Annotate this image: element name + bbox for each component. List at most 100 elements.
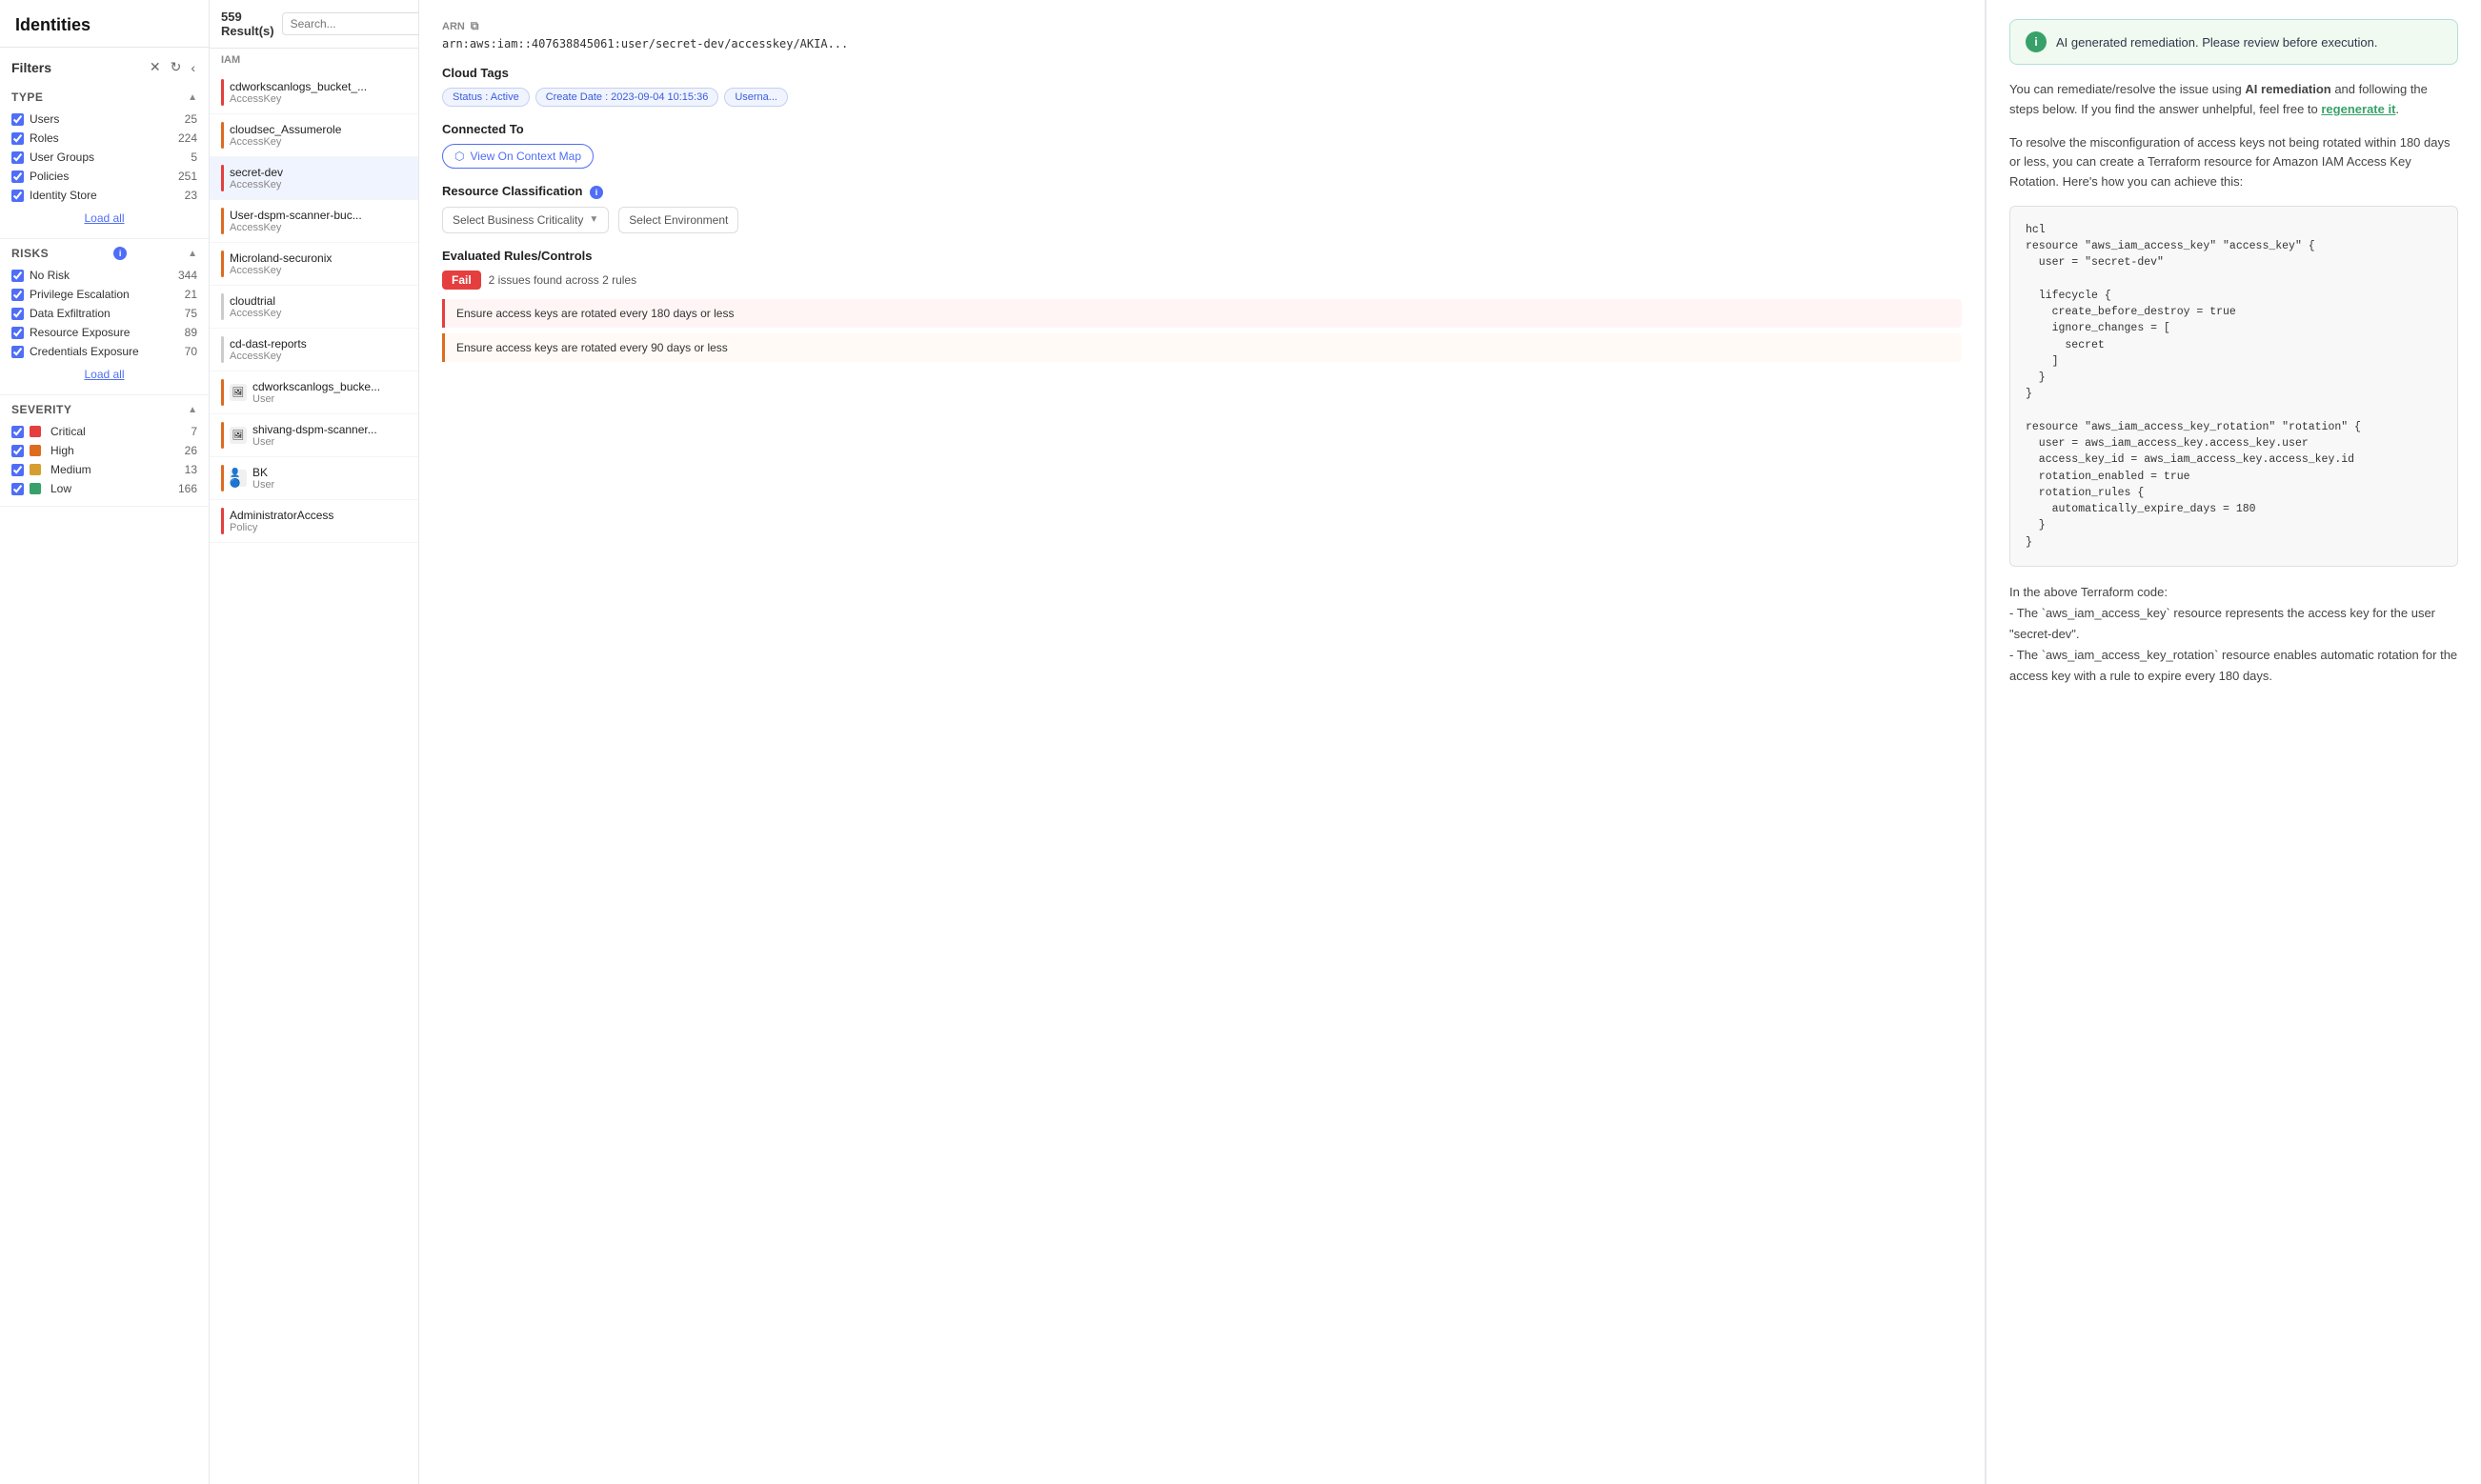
list-item-name: cloudsec_Assumerole: [230, 123, 407, 136]
ai-description: To resolve the misconfiguration of acces…: [2009, 133, 2458, 192]
filter-item-users: Users 25: [11, 110, 197, 129]
cloud-tags-section: Cloud Tags Status : Active Create Date :…: [442, 66, 1962, 107]
medium-checkbox[interactable]: [11, 464, 24, 476]
clear-filters-button[interactable]: ✕: [148, 57, 163, 77]
high-checkbox[interactable]: [11, 445, 24, 457]
filter-item-data-exfiltration: Data Exfiltration 75: [11, 304, 197, 323]
no-risk-label: No Risk: [30, 269, 70, 282]
ai-banner-text: AI generated remediation. Please review …: [2056, 35, 2377, 50]
list-item-name: cdworkscanlogs_bucke...: [252, 380, 407, 393]
list-item-type: AccessKey: [230, 222, 407, 233]
list-item[interactable]: cloudsec_Assumerole AccessKey: [210, 114, 418, 157]
data-exfiltration-checkbox[interactable]: [11, 308, 24, 320]
type-filter-section: Type ▲ Users 25 Roles 224 User Groups 5: [0, 83, 209, 239]
iam-label: IAM: [210, 49, 418, 71]
fail-row: Fail 2 issues found across 2 rules: [442, 271, 1962, 290]
arn-label: ARN ⧉: [442, 19, 1962, 33]
tags-row: Status : Active Create Date : 2023-09-04…: [442, 88, 1962, 107]
arn-section: ARN ⧉ arn:aws:iam::407638845061:user/sec…: [442, 19, 1962, 50]
list-item[interactable]: cdworkscanlogs_bucket_... AccessKey: [210, 71, 418, 114]
severity-bar-icon: [221, 251, 224, 277]
resource-exposure-checkbox[interactable]: [11, 327, 24, 339]
severity-bar-icon: [221, 422, 224, 449]
risks-info-icon: i: [113, 247, 127, 260]
context-map-icon: ⬡: [454, 150, 464, 163]
list-item-info: User-dspm-scanner-buc... AccessKey: [230, 209, 407, 233]
severity-filter-section: Severity ▲ Critical 7 High 26 Medium: [0, 395, 209, 507]
users-checkbox[interactable]: [11, 113, 24, 126]
copy-arn-button[interactable]: ⧉: [471, 19, 479, 33]
severity-chevron-icon: ▲: [188, 405, 197, 415]
medium-label: Medium: [50, 463, 91, 476]
list-item-name: cdworkscanlogs_bucket_...: [230, 80, 407, 93]
results-header: 559 Result(s): [210, 0, 418, 49]
type-load-all-button[interactable]: Load all: [84, 211, 124, 225]
low-label: Low: [50, 482, 71, 495]
privilege-escalation-checkbox[interactable]: [11, 289, 24, 301]
environment-select[interactable]: Select Environment: [618, 207, 738, 233]
list-item[interactable]: 👤🔵 BK User: [210, 457, 418, 500]
arn-value: arn:aws:iam::407638845061:user/secret-de…: [442, 37, 1962, 50]
credentials-exposure-checkbox[interactable]: [11, 346, 24, 358]
low-checkbox[interactable]: [11, 483, 24, 495]
list-item-type: AccessKey: [230, 136, 407, 148]
resource-classification-info-icon: i: [590, 186, 603, 199]
list-item[interactable]: cd-dast-reports AccessKey: [210, 329, 418, 371]
critical-count: 7: [191, 425, 197, 438]
roles-checkbox[interactable]: [11, 132, 24, 145]
rule-item-90: Ensure access keys are rotated every 90 …: [442, 333, 1962, 362]
risks-load-all: Load all: [11, 361, 197, 387]
resource-classification-title: Resource Classification i: [442, 184, 1962, 199]
collapse-filters-button[interactable]: ‹: [189, 57, 197, 77]
critical-checkbox[interactable]: [11, 426, 24, 438]
ai-remediation-bold: AI remediation: [2245, 82, 2330, 96]
list-item-type: User: [252, 479, 407, 491]
list-item[interactable]: Microland-securonix AccessKey: [210, 243, 418, 286]
explanation-title: In the above Terraform code:: [2009, 582, 2458, 603]
list-item-type: User: [252, 436, 407, 448]
sidebar-title: Identities: [0, 0, 209, 48]
critical-severity-icon: [30, 426, 41, 437]
list-item[interactable]: 🖼 cdworkscanlogs_bucke... User: [210, 371, 418, 414]
filter-item-policies: Policies 251: [11, 167, 197, 186]
classification-row: Select Business Criticality ▼ Select Env…: [442, 207, 1962, 233]
filters-title: Filters: [11, 60, 51, 75]
medium-severity-icon: [30, 464, 41, 475]
resource-exposure-label: Resource Exposure: [30, 326, 130, 339]
policies-checkbox[interactable]: [11, 170, 24, 183]
rule-item-180: Ensure access keys are rotated every 180…: [442, 299, 1962, 328]
no-risk-checkbox[interactable]: [11, 270, 24, 282]
list-item-type: Policy: [230, 522, 407, 533]
regenerate-link[interactable]: regenerate it: [2321, 102, 2395, 116]
ai-explanation: In the above Terraform code: - The `aws_…: [2009, 582, 2458, 687]
severity-bar-icon: [221, 208, 224, 234]
ai-intro: You can remediate/resolve the issue usin…: [2009, 80, 2458, 120]
user-groups-label: User Groups: [30, 150, 94, 164]
list-item[interactable]: AdministratorAccess Policy: [210, 500, 418, 543]
type-section-title: Type: [11, 90, 43, 104]
severity-bar-icon: [221, 465, 224, 491]
medium-count: 13: [185, 463, 197, 476]
list-item[interactable]: 🖼 shivang-dspm-scanner... User: [210, 414, 418, 457]
business-criticality-select[interactable]: Select Business Criticality ▼: [442, 207, 609, 233]
risks-section-header[interactable]: Risks i ▲: [11, 247, 197, 260]
search-input[interactable]: [282, 12, 419, 35]
view-context-map-button[interactable]: ⬡ View On Context Map: [442, 144, 594, 169]
risks-load-all-button[interactable]: Load all: [84, 368, 124, 381]
list-item[interactable]: cloudtrial AccessKey: [210, 286, 418, 329]
user-icon: 🖼: [230, 427, 247, 444]
list-item[interactable]: secret-dev AccessKey: [210, 157, 418, 200]
high-severity-icon: [30, 445, 41, 456]
severity-section-header[interactable]: Severity ▲: [11, 403, 197, 416]
credentials-exposure-count: 70: [185, 345, 197, 358]
list-item-info: cdworkscanlogs_bucke... User: [252, 380, 407, 405]
connected-to-title: Connected To: [442, 122, 1962, 136]
list-item[interactable]: User-dspm-scanner-buc... AccessKey: [210, 200, 418, 243]
identity-store-checkbox[interactable]: [11, 190, 24, 202]
type-section-header[interactable]: Type ▲: [11, 90, 197, 104]
refresh-filters-button[interactable]: ↻: [169, 57, 184, 77]
user-groups-checkbox[interactable]: [11, 151, 24, 164]
fail-badge: Fail: [442, 271, 481, 290]
severity-bar-icon: [221, 79, 224, 106]
privilege-escalation-count: 21: [185, 288, 197, 301]
